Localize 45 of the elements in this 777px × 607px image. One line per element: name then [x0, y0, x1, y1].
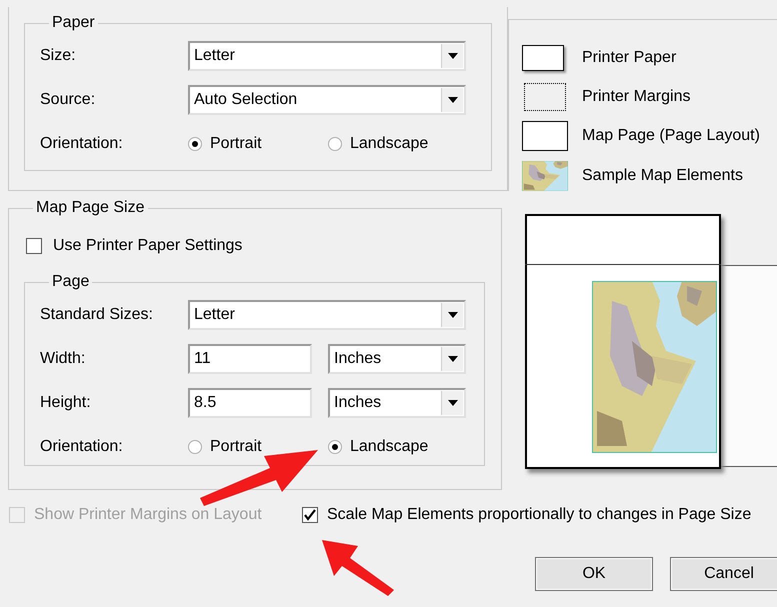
field-label: Standard Sizes:: [40, 305, 154, 325]
dropdown-field[interactable]: Letter: [188, 300, 466, 330]
dropdown-field[interactable]: Inches: [328, 344, 466, 374]
radio-button[interactable]: [328, 440, 342, 454]
caret-icon: [448, 97, 458, 103]
group-label: Map Page Size: [35, 198, 146, 218]
dialog-button[interactable]: OK: [535, 557, 653, 591]
caret-icon: [448, 312, 458, 318]
legend-label: Sample Map Elements: [582, 166, 743, 186]
radio-label: Portrait: [210, 437, 262, 457]
paper-swatch-icon: [522, 44, 564, 70]
field-label: Size:: [40, 46, 77, 66]
pointer-arrow: [322, 540, 394, 596]
legend-label: Map Page (Page Layout): [582, 126, 760, 146]
checkbox-label: Show Printer Margins on Layout: [34, 505, 262, 525]
radio-label: Landscape: [350, 437, 428, 457]
legend-label: Printer Margins: [582, 86, 690, 106]
field-label: Width:: [40, 349, 86, 369]
field-label: Height:: [40, 393, 92, 413]
radio-button[interactable]: [188, 137, 202, 151]
caret-icon: [448, 400, 458, 406]
text-field[interactable]: 8.5: [188, 388, 312, 418]
radio-label: Portrait: [210, 134, 262, 154]
group-label: Paper: [51, 13, 96, 33]
caret-icon: [448, 356, 458, 362]
caret-icon: [448, 53, 458, 59]
field-label: Orientation:: [40, 134, 124, 154]
dropdown-field[interactable]: Letter: [188, 41, 466, 71]
radio-label: Landscape: [350, 134, 428, 154]
dropdown-field[interactable]: Auto Selection: [188, 85, 466, 115]
field-label: Orientation:: [40, 437, 124, 457]
radio-button[interactable]: [328, 137, 342, 151]
checkbox-label: Use Printer Paper Settings: [53, 236, 242, 256]
checkbox[interactable]: [302, 507, 318, 523]
field-label: Source:: [40, 90, 96, 110]
checkbox-label: Scale Map Elements proportionally to changes in Page Size: [327, 505, 752, 525]
checkbox[interactable]: [26, 238, 42, 254]
text-field[interactable]: 11: [188, 344, 312, 374]
dialog-button[interactable]: Cancel: [670, 557, 777, 591]
dropdown-field[interactable]: Inches: [328, 388, 466, 418]
margins-swatch-icon: [524, 82, 566, 110]
radio-button[interactable]: [188, 440, 202, 454]
page-swatch-icon: [522, 121, 568, 151]
legend-label: Printer Paper: [582, 48, 676, 68]
group-label: Page: [51, 272, 90, 292]
